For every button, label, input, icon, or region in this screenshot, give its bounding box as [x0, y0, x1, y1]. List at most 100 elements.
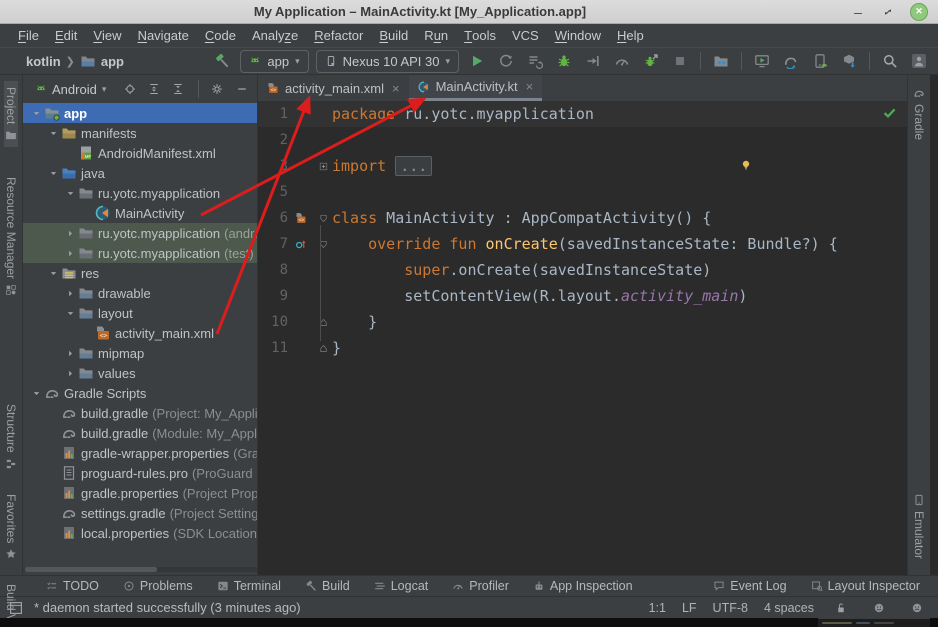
collapse-all-button[interactable] [171, 78, 185, 100]
device-file-explorer-button[interactable] [710, 50, 732, 72]
profile-avatar-button[interactable] [908, 50, 930, 72]
editor-tab-activity_main-xml[interactable]: <>activity_main.xml× [258, 75, 409, 101]
intention-bulb-icon[interactable] [740, 157, 752, 175]
tree-row[interactable]: layout [23, 303, 257, 323]
run-configuration-select[interactable]: app▾ [240, 50, 308, 73]
search-everywhere-button[interactable] [879, 50, 901, 72]
fold-open-icon[interactable] [314, 213, 332, 224]
stripe-button-project[interactable]: Project [4, 81, 18, 147]
stop-button[interactable] [669, 50, 691, 72]
stripe-button-resource-manager[interactable]: Resource Manager [4, 171, 18, 302]
apply-changes-restart-button[interactable] [495, 50, 517, 72]
menu-analyze[interactable]: Analyze [244, 24, 306, 47]
sync-project-gradle-button[interactable] [780, 50, 802, 72]
status-widget-LF[interactable]: LF [682, 601, 697, 615]
status-widget-1-1[interactable]: 1:1 [649, 601, 666, 615]
inspections-ok-icon[interactable] [882, 105, 897, 124]
menu-help[interactable]: Help [609, 24, 652, 47]
menu-edit[interactable]: Edit [47, 24, 85, 47]
tree-row[interactable]: res [23, 263, 257, 283]
tab-close-icon[interactable]: × [392, 81, 400, 96]
expand-all-button[interactable] [147, 78, 161, 100]
menu-vcs[interactable]: VCS [504, 24, 547, 47]
status-widget-UTF-8[interactable]: UTF-8 [713, 601, 748, 615]
menu-tools[interactable]: Tools [456, 24, 504, 47]
stripe-button-emulator[interactable]: Emulator [912, 488, 926, 565]
tree-row[interactable]: MFAndroidManifest.xml [23, 143, 257, 163]
face-sad-status[interactable] [906, 597, 928, 619]
retry-instrumented-button[interactable] [640, 50, 662, 72]
fold-end-icon[interactable] [314, 343, 332, 354]
locate-file-button[interactable] [122, 78, 136, 100]
menu-view[interactable]: View [85, 24, 129, 47]
toolwindow-toggle-icon[interactable] [8, 600, 24, 616]
toolwindow-button-layout-inspector[interactable]: Layout Inspector [799, 579, 932, 593]
tree-row[interactable]: ru.yotc.myapplication(androidTest) [23, 223, 257, 243]
toolwindow-button-event-log[interactable]: Event Log [701, 579, 798, 593]
tab-close-icon[interactable]: × [526, 79, 534, 94]
toolwindow-button-todo[interactable]: TODO [34, 576, 111, 596]
attach-debugger-button[interactable] [582, 50, 604, 72]
toolwindow-button-build[interactable]: Build [293, 576, 362, 596]
toolwindow-button-terminal[interactable]: Terminal [205, 576, 293, 596]
menu-run[interactable]: Run [416, 24, 456, 47]
profile-button[interactable] [611, 50, 633, 72]
tree-row[interactable]: local.properties(SDK Location) [23, 523, 257, 543]
tree-row[interactable]: values [23, 363, 257, 383]
toolwindow-button-profiler[interactable]: Profiler [440, 576, 521, 596]
tree-row[interactable]: ru.yotc.myapplication [23, 183, 257, 203]
hide-panel-button[interactable] [235, 78, 249, 100]
tree-row[interactable]: build.gradle(Project: My_Application) [23, 403, 257, 423]
tree-row[interactable]: settings.gradle(Project Settings) [23, 503, 257, 523]
tree-row[interactable]: MainActivity [23, 203, 257, 223]
menu-code[interactable]: Code [197, 24, 244, 47]
tree-row[interactable]: Gradle Scripts [23, 383, 257, 403]
restore-button-icon[interactable] [880, 4, 896, 20]
menu-window[interactable]: Window [547, 24, 609, 47]
device-select[interactable]: Nexus 10 API 30▾ [316, 50, 459, 73]
stripe-button-favorites[interactable]: Favorites [4, 488, 18, 566]
tree-row[interactable]: build.gradle(Module: My_Application.app) [23, 423, 257, 443]
project-view-selector[interactable]: Android▾ [35, 82, 106, 97]
tree-row[interactable]: gradle.properties(Project Properties) [23, 483, 257, 503]
menu-refactor[interactable]: Refactor [306, 24, 371, 47]
tree-row[interactable]: java [23, 163, 257, 183]
fold-plus-icon[interactable] [314, 161, 332, 172]
close-button-icon[interactable]: ✕ [910, 3, 928, 21]
tree-row[interactable]: <>activity_main.xml [23, 323, 257, 343]
breadcrumb-item[interactable]: kotlin [26, 54, 61, 69]
tree-row[interactable]: manifests [23, 123, 257, 143]
fold-end-icon[interactable] [314, 317, 332, 328]
run-play-button[interactable] [466, 50, 488, 72]
tree-row[interactable]: mipmap [23, 343, 257, 363]
tree-row[interactable]: app [23, 103, 257, 123]
stripe-button-structure[interactable]: Structure [4, 398, 18, 476]
stripe-button-gradle[interactable]: Gradle [912, 81, 926, 146]
minimize-button-icon[interactable]: – [850, 4, 866, 20]
menu-navigate[interactable]: Navigate [130, 24, 197, 47]
settings-button[interactable] [210, 78, 224, 100]
code-area[interactable]: 1package ru.yotc.myapplication23import .… [258, 101, 907, 575]
breadcrumb-item[interactable]: app [101, 54, 124, 69]
running-devices-button[interactable] [751, 50, 773, 72]
device-manager-button[interactable] [809, 50, 831, 72]
editor-tab-mainactivity-kt[interactable]: MainActivity.kt× [409, 75, 543, 101]
menu-build[interactable]: Build [371, 24, 416, 47]
lock-open-status[interactable] [830, 597, 852, 619]
menu-file[interactable]: File [10, 24, 47, 47]
tree-row[interactable]: ru.yotc.myapplication(test) [23, 243, 257, 263]
build-hammer-button[interactable] [211, 50, 233, 72]
sdk-manager-button[interactable] [838, 50, 860, 72]
project-hscrollbar-thumb[interactable] [25, 567, 157, 572]
tree-row[interactable]: gradle-wrapper.properties(Gradle Version… [23, 443, 257, 463]
toolwindow-button-app-inspection[interactable]: App Inspection [521, 576, 645, 596]
tree-row[interactable]: drawable [23, 283, 257, 303]
status-widget-4-spaces[interactable]: 4 spaces [764, 601, 814, 615]
apply-code-changes-button[interactable] [524, 50, 546, 72]
fold-open-icon[interactable] [314, 239, 332, 250]
toolwindow-button-problems[interactable]: Problems [111, 576, 205, 596]
toolwindow-button-logcat[interactable]: Logcat [362, 576, 441, 596]
face-happy-status[interactable] [868, 597, 890, 619]
debug-button[interactable] [553, 50, 575, 72]
tree-row[interactable]: proguard-rules.pro(ProGuard Rules) [23, 463, 257, 483]
